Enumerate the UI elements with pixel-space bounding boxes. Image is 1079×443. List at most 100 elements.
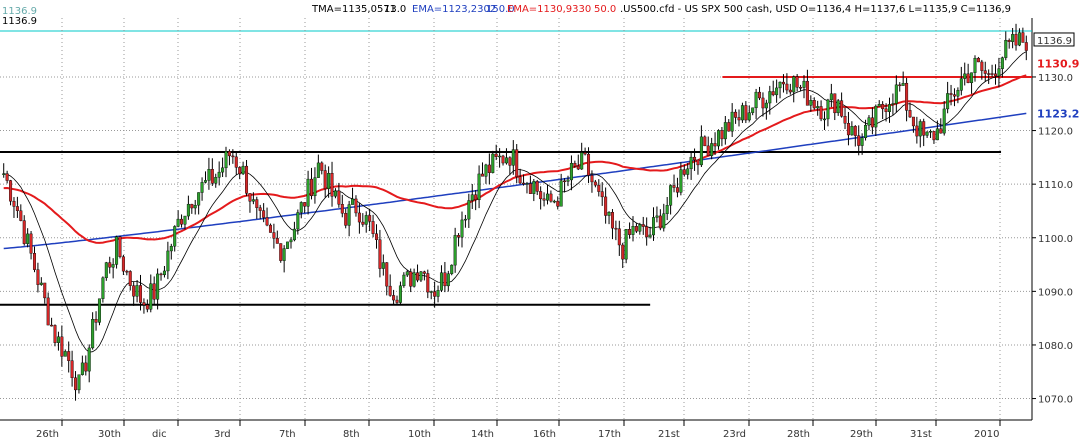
candle-body — [710, 143, 714, 157]
candle-body — [973, 57, 977, 73]
candle-body — [535, 181, 539, 192]
candle-body — [925, 131, 929, 136]
candle-body — [799, 87, 803, 89]
candle-body — [795, 76, 799, 88]
candle-body — [549, 193, 553, 202]
candle-body — [693, 156, 697, 161]
candle-body — [583, 152, 587, 155]
candle-body — [248, 193, 252, 202]
candle-body — [53, 325, 57, 343]
candle-body — [173, 226, 177, 247]
candle-body — [812, 100, 816, 109]
candle-body — [63, 351, 67, 357]
x-tick-label: 21st — [658, 429, 680, 440]
y-tick-label: 1100.0 — [1038, 234, 1073, 245]
price-axis: 1070.0 1080.0 1090.0 1100.0 1110.0 1120.0 1130… — [1032, 32, 1079, 406]
candle-body — [744, 105, 748, 121]
candle-body — [508, 157, 512, 166]
x-tick-label: dic — [152, 429, 167, 440]
candle-body — [210, 169, 214, 184]
candle-body — [614, 227, 618, 230]
last-price-label: 1136.9 — [1037, 36, 1072, 47]
candle-body — [292, 228, 296, 241]
candle-body — [976, 57, 980, 63]
candle-body — [337, 190, 341, 205]
candle-body — [214, 177, 218, 184]
candle-body — [911, 116, 915, 127]
candle-body — [966, 73, 970, 84]
x-tick-label: 16th — [533, 429, 556, 440]
candle-body — [118, 236, 122, 257]
candle-body — [392, 295, 396, 301]
candle-body — [231, 155, 235, 158]
candle-body — [590, 175, 594, 183]
candle-body — [36, 269, 40, 285]
candle-body — [316, 162, 320, 178]
candle-body — [498, 155, 502, 158]
candle-body — [1021, 32, 1025, 43]
candle-body — [905, 82, 909, 111]
candle-body — [716, 130, 720, 147]
candle-body — [569, 162, 573, 181]
candle-body — [121, 256, 125, 272]
candle-body — [128, 271, 132, 286]
candle-body — [970, 72, 974, 84]
candle-body — [152, 283, 156, 300]
candle-body — [197, 192, 201, 206]
candle-body — [398, 285, 402, 303]
candle-body — [409, 271, 413, 287]
candle-body — [631, 226, 635, 235]
candle-body — [994, 73, 998, 77]
candle-body — [221, 167, 225, 173]
candle-body — [385, 262, 389, 287]
candle-body — [111, 264, 115, 268]
candle-body — [532, 181, 536, 194]
ema50-period: 50.0 — [594, 4, 616, 15]
candle-body — [487, 164, 491, 173]
candle-body — [149, 283, 153, 310]
candle-body — [381, 262, 385, 269]
candle-body — [227, 151, 231, 157]
candle-body — [70, 360, 74, 379]
candle-body — [388, 285, 392, 296]
candle-body — [816, 106, 820, 109]
candle-body — [275, 238, 279, 244]
candle-body — [217, 171, 221, 178]
time-axis: 26th 30th dic 3rd 7th 8th 10th 14th 16th 17th 21st… — [36, 420, 1001, 440]
candle-body — [395, 299, 399, 303]
candle-body — [881, 104, 885, 110]
candle-body — [672, 185, 676, 188]
candle-body — [419, 271, 423, 281]
candle-body — [1004, 39, 1008, 58]
candle-body — [987, 73, 991, 75]
candle-body — [959, 78, 963, 91]
y-tick-label: 1110.0 — [1038, 180, 1073, 191]
candle-body — [439, 272, 443, 291]
candle-body — [265, 217, 269, 226]
candle-body — [898, 84, 902, 87]
candle-body — [193, 204, 197, 209]
candle-body — [94, 319, 98, 323]
candle-body — [84, 362, 88, 372]
x-tick-label: 23rd — [723, 429, 746, 440]
candle-body — [997, 68, 1001, 77]
candle-body — [556, 200, 560, 207]
candle-body — [946, 93, 950, 110]
candle-body — [91, 319, 95, 349]
candle-body — [860, 137, 864, 146]
candle-body — [416, 272, 420, 281]
candle-body — [939, 128, 943, 134]
candle-body — [46, 297, 50, 326]
candle-body — [494, 153, 498, 157]
candle-body — [624, 229, 628, 260]
candle-body — [378, 239, 382, 269]
x-tick-label: 29th — [850, 429, 873, 440]
corner-price: 1136.9 — [2, 16, 37, 27]
candle-body — [1014, 34, 1018, 46]
candle-body — [180, 218, 184, 225]
tma-period: 13.0 — [384, 4, 406, 15]
candle-body — [658, 215, 662, 229]
candle-body — [559, 180, 563, 207]
candle-body — [587, 153, 591, 176]
candle-body — [607, 212, 611, 216]
